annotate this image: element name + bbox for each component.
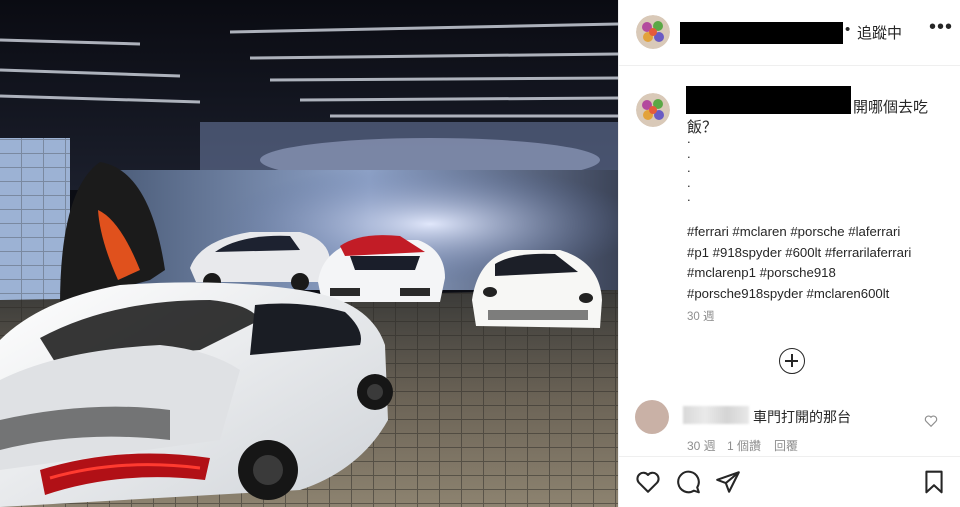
post-sidebar: • 追蹤中 ••• 開哪個去吃 飯？ . . . . . #ferrari #m… (618, 0, 960, 507)
caption-dot: . (687, 189, 691, 204)
redacted-caption-username (686, 86, 851, 114)
caption-text-start: 開哪個去吃 (853, 99, 929, 116)
comment-like-heart-icon[interactable] (924, 414, 938, 428)
more-options-icon[interactable]: ••• (929, 16, 953, 39)
caption-dot: . (687, 160, 691, 175)
comment-likes[interactable]: 1 個讚 (727, 437, 761, 454)
hashtag-line[interactable]: #mclarenp1 #porsche918 (687, 263, 957, 284)
caption-dot: . (687, 174, 691, 190)
garage-cars-photo (0, 0, 618, 507)
hashtag-line[interactable]: #porsche918spyder #mclaren600lt (687, 284, 957, 305)
post-photo[interactable] (0, 0, 618, 507)
plus-circle-icon[interactable] (779, 348, 805, 374)
comment-text: 車門打開的那台 (753, 409, 851, 425)
heart-icon[interactable] (635, 469, 661, 495)
redacted-username (680, 22, 843, 44)
hashtag-line[interactable]: #ferrari #mclaren #porsche #laferrari (687, 222, 957, 243)
caption-age: 30 週 (687, 311, 715, 323)
caption-hashtags[interactable]: #ferrari #mclaren #porsche #laferrari #p… (687, 222, 957, 304)
following-button[interactable]: 追蹤中 (857, 22, 902, 43)
action-bar (619, 456, 960, 507)
post-header: • 追蹤中 ••• (619, 0, 960, 66)
paper-plane-icon[interactable] (715, 469, 741, 495)
instagram-post: • 追蹤中 ••• 開哪個去吃 飯？ . . . . . #ferrari #m… (0, 0, 960, 507)
caption-dot: . (687, 131, 691, 146)
comment-reply-button[interactable]: 回覆 (774, 437, 798, 454)
hashtag-line[interactable]: #p1 #918spyder #600lt #ferrarilaferrari (687, 243, 957, 264)
caption-dots: . . . . . (687, 131, 691, 205)
comment-age: 30 週 (687, 439, 716, 453)
caption-dot: . (687, 145, 691, 161)
caption-author-avatar[interactable] (636, 93, 670, 127)
follow-separator: • (845, 21, 851, 38)
comment-icon[interactable] (675, 469, 701, 495)
bookmark-icon[interactable] (921, 469, 947, 495)
commenter-avatar[interactable] (635, 400, 669, 434)
blurred-commenter-name (683, 406, 749, 424)
caption-text-line-2: 飯？ (687, 119, 718, 136)
author-avatar[interactable] (636, 15, 670, 49)
